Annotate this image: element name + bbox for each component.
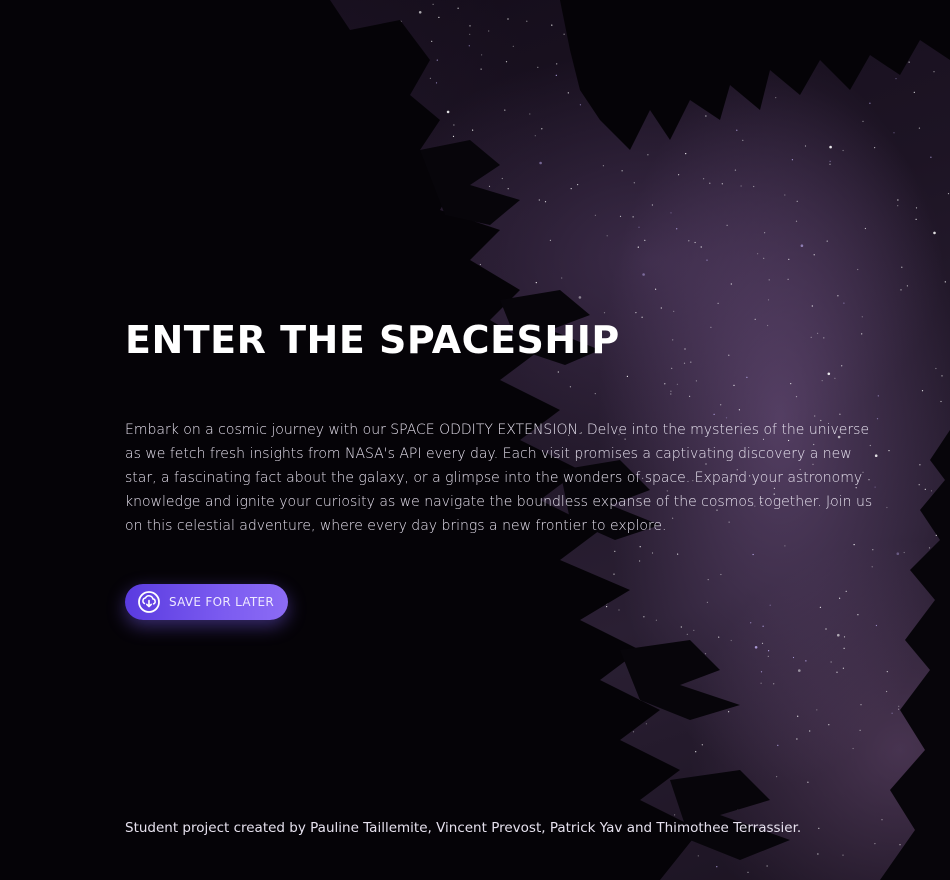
hero-description: Embark on a cosmic journey with our SPAC… — [125, 422, 873, 534]
page: ENTER THE SPACESHIP Embark on a cosmic j… — [0, 0, 950, 880]
save-for-later-button[interactable]: SAVE FOR LATER — [125, 584, 289, 620]
cloud-download-icon — [137, 590, 161, 614]
footer-credits: Student project created by Pauline Taill… — [125, 820, 802, 836]
save-button-label: SAVE FOR LATER — [169, 595, 275, 609]
page-title: ENTER THE SPACESHIP — [125, 318, 620, 362]
